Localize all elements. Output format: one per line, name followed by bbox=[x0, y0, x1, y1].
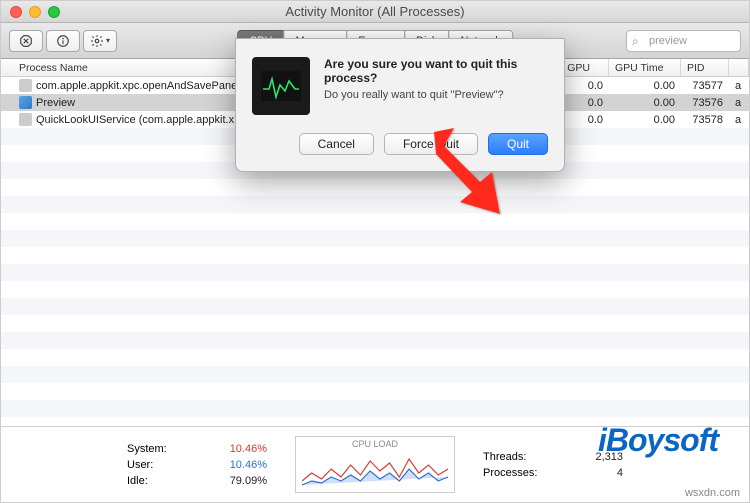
stop-process-button[interactable] bbox=[9, 30, 43, 52]
stat-row: Idle: 79.09% bbox=[127, 475, 267, 487]
cancel-button[interactable]: Cancel bbox=[299, 133, 374, 155]
activity-monitor-icon bbox=[252, 57, 310, 115]
col-gpu-time[interactable]: GPU Time bbox=[609, 59, 681, 76]
stat-value: 10.46% bbox=[230, 443, 267, 455]
cpu-load-chart: CPU LOAD bbox=[295, 436, 455, 493]
stat-label: Processes: bbox=[483, 467, 537, 479]
watermark-logo: iBoysoft bbox=[598, 422, 718, 459]
footer-left-stats: System: 10.46% User: 10.46% Idle: 79.09% bbox=[127, 443, 267, 487]
cell-gpu-time: 0.00 bbox=[609, 97, 681, 109]
search-input[interactable] bbox=[626, 30, 741, 52]
titlebar: Activity Monitor (All Processes) bbox=[1, 1, 749, 23]
cell-gpu-time: 0.00 bbox=[609, 80, 681, 92]
stat-value: 79.09% bbox=[230, 475, 267, 487]
stat-row: System: 10.46% bbox=[127, 443, 267, 455]
stat-label: System: bbox=[127, 443, 167, 455]
settings-button[interactable]: ▾ bbox=[83, 30, 117, 52]
watermark-source: wsxdn.com bbox=[685, 487, 740, 499]
stat-value: 4 bbox=[617, 467, 623, 479]
cell-user: a bbox=[729, 80, 749, 92]
dialog-title: Are you sure you want to quit this proce… bbox=[324, 57, 548, 85]
stat-label: Threads: bbox=[483, 451, 526, 463]
search-icon: ⌕ bbox=[632, 34, 639, 49]
cell-user: a bbox=[729, 97, 749, 109]
search-wrap: ⌕ bbox=[626, 30, 741, 52]
chevron-down-icon: ▾ bbox=[106, 36, 110, 45]
stat-row: User: 10.46% bbox=[127, 459, 267, 471]
info-icon bbox=[56, 34, 70, 48]
cell-pid: 73578 bbox=[681, 114, 729, 126]
quit-button[interactable]: Quit bbox=[488, 133, 548, 155]
force-quit-button[interactable]: Force Quit bbox=[384, 133, 478, 155]
col-pid[interactable]: PID bbox=[681, 59, 729, 76]
quit-confirm-dialog: Are you sure you want to quit this proce… bbox=[235, 38, 565, 172]
stat-label: User: bbox=[127, 459, 153, 471]
process-icon bbox=[19, 79, 32, 92]
stop-icon bbox=[19, 34, 33, 48]
stat-label: Idle: bbox=[127, 475, 148, 487]
spark-title: CPU LOAD bbox=[302, 439, 448, 449]
info-button[interactable] bbox=[46, 30, 80, 52]
cell-pid: 73577 bbox=[681, 80, 729, 92]
stat-row: Processes: 4 bbox=[483, 467, 623, 479]
window-title: Activity Monitor (All Processes) bbox=[1, 4, 749, 19]
col-user[interactable] bbox=[729, 59, 749, 76]
stat-value: 10.46% bbox=[230, 459, 267, 471]
cell-pid: 73576 bbox=[681, 97, 729, 109]
cell-gpu-time: 0.00 bbox=[609, 114, 681, 126]
cell-user: a bbox=[729, 114, 749, 126]
process-icon bbox=[19, 96, 32, 109]
gear-icon bbox=[90, 34, 104, 48]
process-icon bbox=[19, 113, 32, 126]
toolbar-left-group: ▾ bbox=[9, 30, 120, 52]
sparkline-icon bbox=[302, 451, 448, 487]
dialog-message: Do you really want to quit "Preview"? bbox=[324, 89, 548, 101]
